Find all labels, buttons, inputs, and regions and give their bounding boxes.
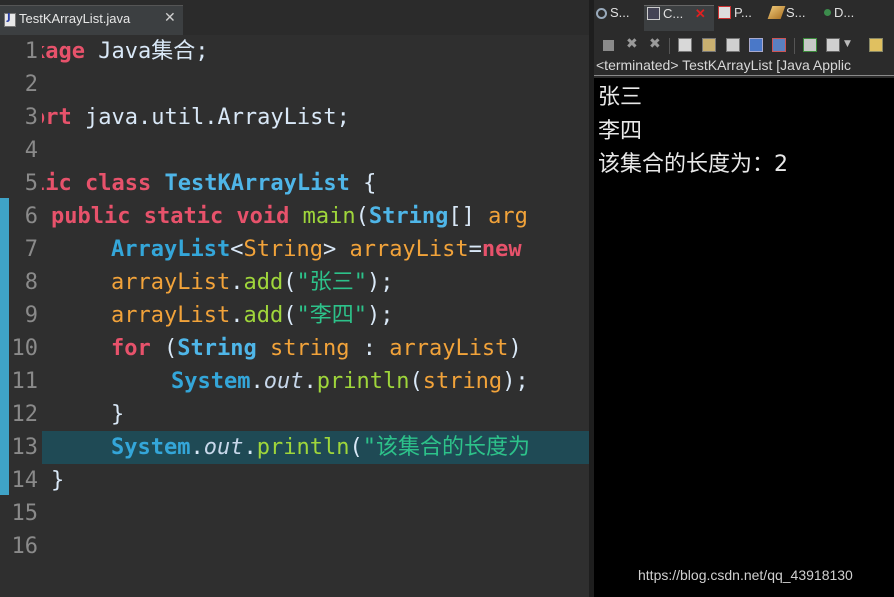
console-status: <terminated> TestKArrayList [Java Applic (596, 57, 851, 73)
code-line-8: arrayList.add("张三"); (111, 270, 394, 295)
java-file-icon (4, 12, 16, 27)
output-line: 该集合的长度为：2 (598, 152, 788, 177)
code-line-6: public static void main(String[] arg (51, 204, 528, 229)
editor-tab-testkarraylist[interactable]: TestKArrayList.java ✕ (0, 5, 183, 35)
editor-tab-label: TestKArrayList.java (19, 11, 131, 26)
line-number: 10 (11, 336, 39, 361)
line-number: 8 (24, 270, 38, 295)
output-line: 张三 (598, 85, 643, 110)
line-number: 13 (11, 435, 39, 460)
console-view[interactable]: S... C... ✕ P... S... D... ✖ ✖ ▼ <termin… (594, 0, 894, 597)
display-console-icon[interactable] (826, 38, 840, 52)
console-toolbar: ✖ ✖ ▼ (594, 34, 894, 58)
remove-launch-icon[interactable]: ✖ (626, 36, 640, 52)
code-editor[interactable]: TestKArrayList.java ✕ 1 2 3 4 5 6 7 8 9 … (0, 0, 589, 597)
code-line-7: ArrayList<String> arrayList=new (111, 237, 522, 262)
tab-search[interactable]: S... (596, 5, 642, 31)
line-number: 2 (24, 72, 38, 97)
search-icon (596, 8, 607, 19)
code-area[interactable]: 1 2 3 4 5 6 7 8 9 10 11 12 13 14 15 16 k… (0, 35, 589, 597)
close-icon[interactable]: ✕ (695, 6, 706, 21)
terminate-icon[interactable] (603, 40, 614, 51)
line-number: 5 (24, 171, 38, 196)
console-output[interactable]: 张三 李四 该集合的长度为：2 https://blog.csdn.net/qq… (594, 78, 894, 597)
code-line-12: } (111, 402, 125, 427)
scroll-lock-icon[interactable] (702, 38, 716, 52)
code-line-10: for (String string : arrayList) (111, 336, 522, 361)
code-line-3: ort java.util.ArrayList; (42, 105, 350, 130)
line-number: 9 (24, 303, 38, 328)
code-line-13: System.out.println("该集合的长度为 (111, 435, 530, 460)
console-icon (647, 7, 660, 20)
view-tab-bar: S... C... ✕ P... S... D... (594, 0, 894, 34)
problems-icon (718, 6, 731, 19)
line-number: 15 (11, 501, 39, 526)
line-number: 3 (24, 105, 38, 130)
code-line-1: kage Java集合; (42, 39, 209, 64)
line-number: 11 (11, 369, 39, 394)
tab-debug[interactable]: D... (824, 5, 870, 31)
line-number: 6 (24, 204, 38, 229)
tab-console[interactable]: C... ✕ (644, 5, 714, 31)
line-number: 12 (11, 402, 39, 427)
tab-snippets[interactable]: S... (767, 5, 818, 31)
show-on-stderr-icon[interactable] (772, 38, 786, 52)
line-number-gutter: 1 2 3 4 5 6 7 8 9 10 11 12 13 14 15 16 (0, 35, 42, 597)
word-wrap-icon[interactable] (726, 38, 740, 52)
code-lines[interactable]: kage Java集合; ort java.util.ArrayList; li… (42, 35, 589, 597)
close-icon[interactable]: ✕ (164, 10, 176, 26)
code-line-9: arrayList.add("李四"); (111, 303, 394, 328)
line-number: 14 (11, 468, 39, 493)
clear-console-icon[interactable] (678, 38, 692, 52)
line-number: 1 (24, 39, 38, 64)
line-number: 16 (11, 534, 39, 559)
debug-icon (824, 9, 831, 16)
code-line-14: } (51, 468, 65, 493)
remove-all-icon[interactable]: ✖ (649, 36, 663, 52)
line-number: 4 (24, 138, 38, 163)
watermark-text: https://blog.csdn.net/qq_43918130 (638, 567, 853, 583)
line-number: 7 (24, 237, 38, 262)
pin-console-icon[interactable] (803, 38, 817, 52)
output-line: 李四 (598, 119, 643, 144)
snippets-icon (767, 6, 786, 19)
show-on-stdout-icon[interactable] (749, 38, 763, 52)
status-underline (594, 75, 894, 76)
new-console-icon[interactable] (869, 38, 883, 52)
code-line-5: lic class TestKArrayList { (42, 171, 377, 196)
editor-tab-bar: TestKArrayList.java ✕ (0, 0, 589, 35)
tab-problems[interactable]: P... (718, 5, 764, 31)
code-line-11: System.out.println(string); (171, 369, 529, 394)
